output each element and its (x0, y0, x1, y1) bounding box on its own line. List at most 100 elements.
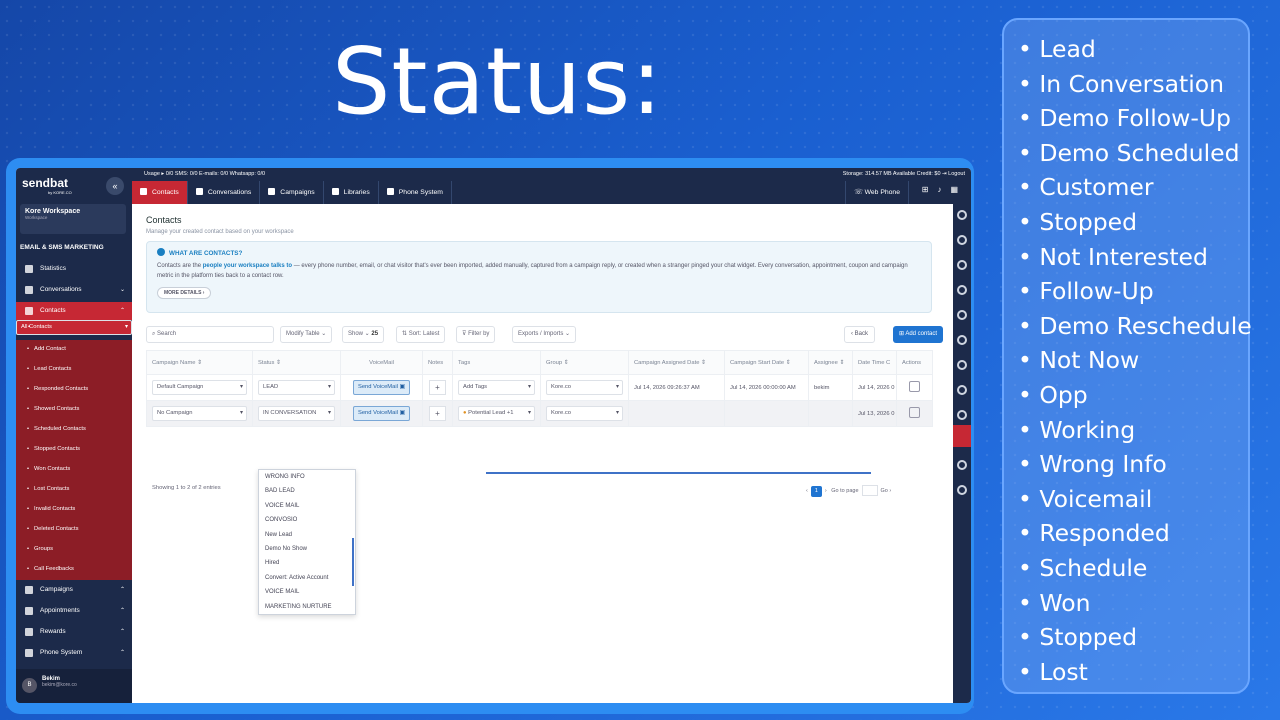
sidebar-sub-showed[interactable]: Showed Contacts (16, 400, 132, 420)
campaign-select[interactable]: Default Campaign (152, 380, 247, 395)
dropdown-option[interactable]: Convert: Active Account (259, 571, 355, 585)
sidebar-item-contacts[interactable]: Contacts ⌃ (16, 302, 132, 320)
page-1-button[interactable]: 1 (810, 485, 822, 497)
go-button[interactable]: Go › (881, 488, 892, 494)
status-select[interactable]: LEAD (258, 380, 335, 395)
sidebar-sub-call-feedbacks[interactable]: Call Feedbacks (16, 560, 132, 580)
more-details-button[interactable]: MORE DETAILS › (157, 287, 212, 299)
horizontal-scrollbar[interactable] (486, 472, 871, 474)
sidebar-sub-all-contacts[interactable]: All Contacts (16, 320, 132, 335)
sidebar-sub-add-contact[interactable]: Add Contact (16, 340, 132, 360)
add-contact-button[interactable]: ⊞ Add contact (892, 326, 943, 343)
bell-icon[interactable]: ♪ (937, 185, 950, 194)
chat-icon (25, 286, 33, 294)
col-assignee[interactable]: Assignee ⇕ (808, 350, 853, 375)
rail-icon-active[interactable] (953, 425, 971, 447)
sidebar-sub-scheduled[interactable]: Scheduled Contacts (16, 420, 132, 440)
search-input[interactable]: ⌕ Search (146, 326, 274, 343)
add-note-button[interactable]: + (429, 380, 446, 395)
dropdown-option[interactable]: BAD LEAD (259, 484, 355, 498)
avatar: B (22, 678, 37, 693)
tab-bar: Contacts Conversations Campaigns Librari… (132, 181, 452, 204)
tab-phone-system[interactable]: Phone System (379, 181, 452, 204)
tab-contacts[interactable]: Contacts (132, 181, 188, 204)
dropdown-option[interactable]: WRONG INFO (259, 470, 355, 484)
sidebar-sub-won[interactable]: Won Contacts (16, 460, 132, 480)
sidebar-item-rewards[interactable]: Rewards ⌃ (16, 623, 132, 641)
status-item: • Working (1018, 415, 1136, 444)
rail-icon-6[interactable] (957, 335, 967, 345)
workspace-switcher[interactable]: Kore Workspace Workspace (20, 204, 126, 234)
rail-icon-12[interactable] (957, 485, 967, 495)
modify-table-select[interactable]: Modify Table ⌄ (280, 326, 333, 343)
send-voicemail-button[interactable]: Send VoiceMail ▣ (352, 380, 411, 395)
tags-select[interactable]: ● Potential Lead +1 (458, 406, 535, 421)
tags-select[interactable]: Add Tags (458, 380, 535, 395)
dropdown-option[interactable]: MARKETING NURTURE (259, 600, 355, 614)
rail-icon-2[interactable] (957, 235, 967, 245)
back-button[interactable]: ‹ Back (843, 326, 875, 343)
add-note-button[interactable]: + (429, 406, 446, 421)
grid-icon[interactable]: ⊞ (922, 185, 938, 194)
sort-button[interactable]: ⇅ Sort: Latest (396, 326, 446, 343)
rail-icon-5[interactable] (957, 310, 967, 320)
campaign-select[interactable]: No Campaign (152, 406, 247, 421)
dropdown-option[interactable]: CONVOSIO (259, 513, 355, 527)
sidebar-sub-lead[interactable]: Lead Contacts (16, 360, 132, 380)
sidebar-sub-invalid[interactable]: Invalid Contacts (16, 500, 132, 520)
show-select[interactable]: Show ⌄ 25 (342, 326, 385, 343)
sidebar-sub-lost[interactable]: Lost Contacts (16, 480, 132, 500)
assigned-date: Jul 14, 2026 09:26:37 AM (628, 374, 725, 401)
rail-icon-7[interactable] (957, 360, 967, 370)
tab-campaigns[interactable]: Campaigns (260, 181, 324, 204)
dropdown-option[interactable]: New Lead (259, 528, 355, 542)
rail-icon-3[interactable] (957, 260, 967, 270)
phone-system-icon (386, 188, 394, 195)
next-page-button[interactable]: › (825, 488, 827, 494)
statistics-icon (25, 265, 33, 273)
view-icon[interactable] (909, 381, 920, 392)
col-group[interactable]: Group ⇕ (540, 350, 629, 375)
dropdown-option[interactable]: Demo No Show (259, 542, 355, 556)
goto-page-input[interactable] (861, 485, 878, 496)
sidebar-sub-stopped[interactable]: Stopped Contacts (16, 440, 132, 460)
view-icon[interactable] (909, 407, 920, 418)
col-assigned-date[interactable]: Campaign Assigned Date ⇕ (628, 350, 725, 375)
web-phone-button[interactable]: ☏ Web Phone (845, 181, 909, 204)
sidebar-sub-deleted[interactable]: Deleted Contacts (16, 520, 132, 540)
col-start-date[interactable]: Campaign Start Date ⇕ (724, 350, 809, 375)
dropdown-option[interactable]: VOICE MAIL (259, 585, 355, 599)
rail-icon-11[interactable] (957, 460, 967, 470)
collapse-sidebar-button[interactable]: « (106, 177, 124, 195)
sidebar-item-phone-system[interactable]: Phone System ⌃ (16, 644, 132, 662)
sidebar-item-conversations[interactable]: Conversations ⌄ (16, 281, 132, 299)
sidebar-sub-groups[interactable]: Groups (16, 540, 132, 560)
status-select[interactable]: IN CONVERSATION (258, 406, 335, 421)
tab-conversations[interactable]: Conversations (188, 181, 261, 204)
sidebar-item-appointments[interactable]: Appointments ⌃ (16, 602, 132, 620)
rail-icon-4[interactable] (957, 285, 967, 295)
calendar-icon[interactable]: ▦ (950, 185, 967, 194)
group-select[interactable]: Kore.co (546, 380, 623, 395)
rail-icon-1[interactable] (957, 210, 967, 220)
top-icons: ⊞♪▦ (922, 185, 967, 194)
col-campaign[interactable]: Campaign Name ⇕ (146, 350, 253, 375)
rail-icon-9[interactable] (957, 410, 967, 420)
sidebar-item-statistics[interactable]: Statistics (16, 260, 132, 278)
dropdown-option[interactable]: Hired (259, 556, 355, 570)
send-voicemail-button[interactable]: Send VoiceMail ▣ (352, 406, 411, 421)
group-select[interactable]: Kore.co (546, 406, 623, 421)
status-item: • Lead (1018, 35, 1096, 63)
col-datetime[interactable]: Date Time C (852, 350, 897, 375)
user-profile[interactable]: B Bekim bekim@kore.co (16, 669, 132, 703)
dropdown-scrollbar[interactable] (352, 538, 354, 586)
rail-icon-8[interactable] (957, 385, 967, 395)
export-import-select[interactable]: Exports / Imports ⌄ (512, 326, 577, 343)
filter-button[interactable]: ⊽ Filter by (456, 326, 496, 343)
dropdown-option[interactable]: VOICE MAIL (259, 499, 355, 513)
tab-libraries[interactable]: Libraries (324, 181, 379, 204)
sidebar-item-campaigns[interactable]: Campaigns ⌃ (16, 581, 132, 599)
col-status[interactable]: Status ⇕ (252, 350, 341, 375)
sidebar-sub-responded[interactable]: Responded Contacts (16, 380, 132, 400)
prev-page-button[interactable]: ‹ (806, 488, 808, 494)
